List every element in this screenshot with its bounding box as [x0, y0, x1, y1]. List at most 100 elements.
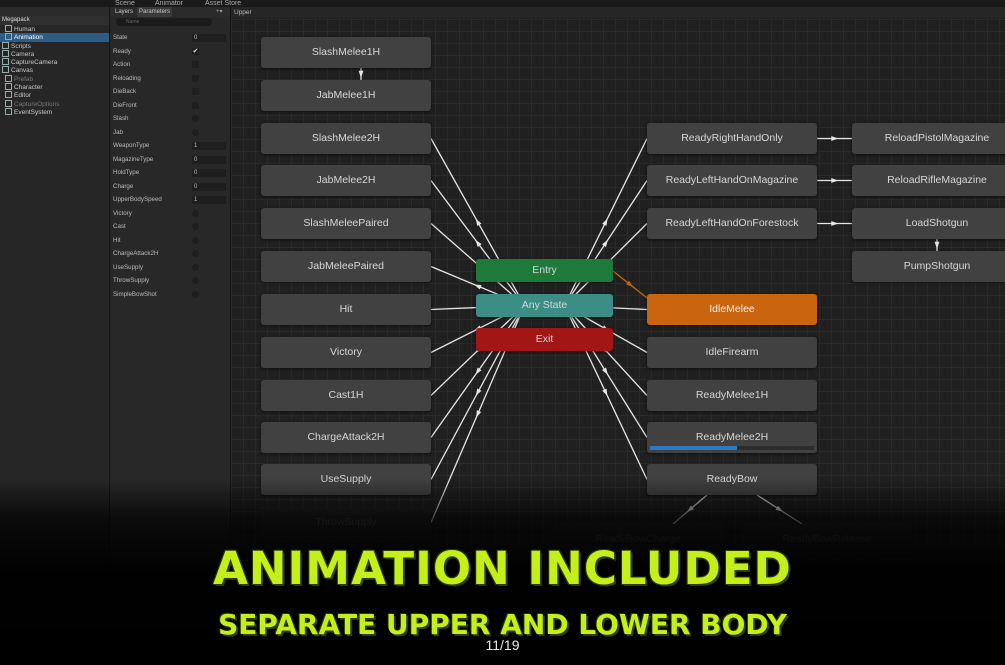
- hierarchy-item[interactable]: Character: [0, 83, 109, 91]
- transition-arrow-icon: [831, 178, 839, 183]
- tab-layers[interactable]: Layers: [113, 7, 135, 17]
- parameter-row[interactable]: Victory: [110, 207, 230, 221]
- parameter-row[interactable]: UpperBodySpeed 1: [110, 193, 230, 207]
- parameter-checkbox[interactable]: [192, 74, 199, 82]
- parameter-row[interactable]: Hit: [110, 234, 230, 248]
- parameter-value-field[interactable]: 1: [192, 142, 226, 150]
- state-node[interactable]: Exit: [476, 328, 613, 351]
- gameobject-icon: [5, 25, 12, 32]
- state-node[interactable]: JabMelee1H: [261, 80, 431, 111]
- state-node[interactable]: ReadyRightHandOnly: [647, 123, 817, 154]
- state-node[interactable]: JabMeleePaired: [261, 251, 431, 282]
- transition-arrow-icon: [358, 70, 364, 78]
- state-node[interactable]: SlashMelee2H: [261, 123, 431, 154]
- state-node[interactable]: PumpShotgun: [852, 251, 1005, 282]
- parameter-row[interactable]: SimpleBowShot: [110, 288, 230, 302]
- state-node[interactable]: Hit: [261, 294, 431, 325]
- state-node[interactable]: Entry: [476, 259, 613, 282]
- state-node[interactable]: SlashMeleePaired: [261, 208, 431, 239]
- parameter-trigger[interactable]: [192, 128, 199, 136]
- parameter-name: UpperBodySpeed: [113, 196, 162, 203]
- parameter-row[interactable]: Cast: [110, 220, 230, 234]
- parameter-checkbox[interactable]: [192, 61, 199, 68]
- hierarchy-item[interactable]: Animation: [0, 33, 109, 42]
- hierarchy-item[interactable]: Editor: [0, 91, 109, 99]
- state-node[interactable]: Cast1H: [261, 380, 431, 411]
- hierarchy-item[interactable]: Camera: [0, 49, 109, 58]
- hierarchy-item[interactable]: Canvas: [0, 66, 109, 74]
- hierarchy-item[interactable]: CaptureCamera: [0, 58, 109, 66]
- parameter-trigger[interactable]: [192, 115, 199, 122]
- transition-arrow-icon: [475, 367, 482, 375]
- hierarchy-item-label: Camera: [11, 50, 35, 58]
- banner-title: ANIMATION INCLUDED: [213, 542, 792, 595]
- state-node[interactable]: IdleMelee: [647, 294, 817, 325]
- parameter-row[interactable]: WeaponType 1: [110, 139, 230, 153]
- parameter-row[interactable]: Jab: [110, 126, 230, 140]
- tab-asset-store[interactable]: Asset Store: [205, 0, 241, 7]
- transition-arrow-icon: [831, 136, 839, 141]
- tab-animator[interactable]: Animator: [155, 0, 183, 7]
- hierarchy-item[interactable]: Human: [0, 25, 109, 33]
- parameter-row[interactable]: ChargeAttack2H: [110, 247, 230, 261]
- state-node[interactable]: ReadyLeftHandOnMagazine: [647, 165, 817, 196]
- state-node[interactable]: ReadyMelee2H: [647, 422, 817, 453]
- parameter-checkbox[interactable]: [192, 101, 199, 109]
- transition-arrow-icon: [602, 218, 608, 226]
- gameobject-icon: [2, 41, 9, 49]
- gameobject-icon: [5, 83, 12, 91]
- state-node[interactable]: ReloadPistolMagazine: [852, 123, 1005, 154]
- hierarchy-item[interactable]: Scripts: [0, 41, 109, 50]
- parameter-row[interactable]: Reloading: [110, 72, 230, 86]
- state-node[interactable]: ChargeAttack2H: [261, 422, 431, 453]
- hierarchy-search[interactable]: [0, 7, 109, 16]
- parameter-row[interactable]: MagazineType 0: [110, 153, 230, 167]
- parameter-trigger[interactable]: [192, 223, 199, 230]
- hierarchy-item[interactable]: CaptureOptions: [0, 99, 109, 108]
- parameter-row[interactable]: Action: [110, 58, 230, 72]
- state-node[interactable]: LoadShotgun: [852, 208, 1005, 239]
- parameter-trigger[interactable]: [192, 263, 199, 271]
- parameter-checkbox[interactable]: ✔: [192, 47, 199, 55]
- parameter-value-field[interactable]: 0: [192, 155, 226, 164]
- parameter-search-input[interactable]: Name: [116, 18, 212, 26]
- parameter-trigger[interactable]: [192, 250, 199, 257]
- hierarchy-item[interactable]: Prefab: [0, 74, 109, 83]
- state-node[interactable]: JabMelee2H: [261, 165, 431, 196]
- parameter-value-field[interactable]: 0: [192, 182, 226, 191]
- parameter-row[interactable]: HoldType 0: [110, 166, 230, 180]
- hierarchy-item-label: CaptureOptions: [14, 100, 60, 108]
- hierarchy-scene-title[interactable]: Megapack: [0, 16, 109, 25]
- state-node[interactable]: ReloadRifleMagazine: [852, 165, 1005, 196]
- transition-arrow-icon: [831, 221, 839, 226]
- parameter-value-field[interactable]: 0: [192, 34, 226, 42]
- parameter-value-field[interactable]: 0: [192, 169, 226, 177]
- hierarchy-item[interactable]: EventSystem: [0, 107, 109, 116]
- state-node[interactable]: ReadyMelee1H: [647, 380, 817, 411]
- parameter-trigger[interactable]: [192, 209, 199, 217]
- add-parameter-icon[interactable]: +▾: [214, 7, 225, 17]
- parameter-row[interactable]: ThrowSupply: [110, 274, 230, 288]
- state-node[interactable]: SlashMelee1H: [261, 37, 431, 68]
- parameter-row[interactable]: Charge 0: [110, 180, 230, 194]
- tab-scene[interactable]: Scene: [115, 0, 135, 7]
- parameter-row[interactable]: Slash: [110, 112, 230, 126]
- state-node[interactable]: Any State: [476, 294, 613, 317]
- parameter-row[interactable]: DieBack: [110, 85, 230, 99]
- parameter-name: DieBack: [113, 88, 137, 95]
- parameter-checkbox[interactable]: [192, 88, 199, 95]
- state-node[interactable]: Victory: [261, 337, 431, 368]
- state-node[interactable]: IdleFirearm: [647, 337, 817, 368]
- parameter-trigger[interactable]: [192, 277, 199, 284]
- parameter-row[interactable]: State 0: [110, 31, 230, 45]
- parameter-value-field[interactable]: 1: [192, 196, 226, 204]
- parameter-name: WeaponType: [113, 142, 150, 149]
- parameter-row[interactable]: DieFront: [110, 99, 230, 113]
- parameter-row[interactable]: UseSupply: [110, 261, 230, 275]
- parameter-row[interactable]: Ready ✔: [110, 45, 230, 59]
- parameter-trigger[interactable]: [192, 290, 199, 298]
- tab-parameters[interactable]: Parameters: [137, 7, 173, 17]
- state-node[interactable]: ReadyLeftHandOnForestock: [647, 208, 817, 239]
- parameter-trigger[interactable]: [192, 236, 199, 244]
- parameter-name: Charge: [113, 182, 134, 190]
